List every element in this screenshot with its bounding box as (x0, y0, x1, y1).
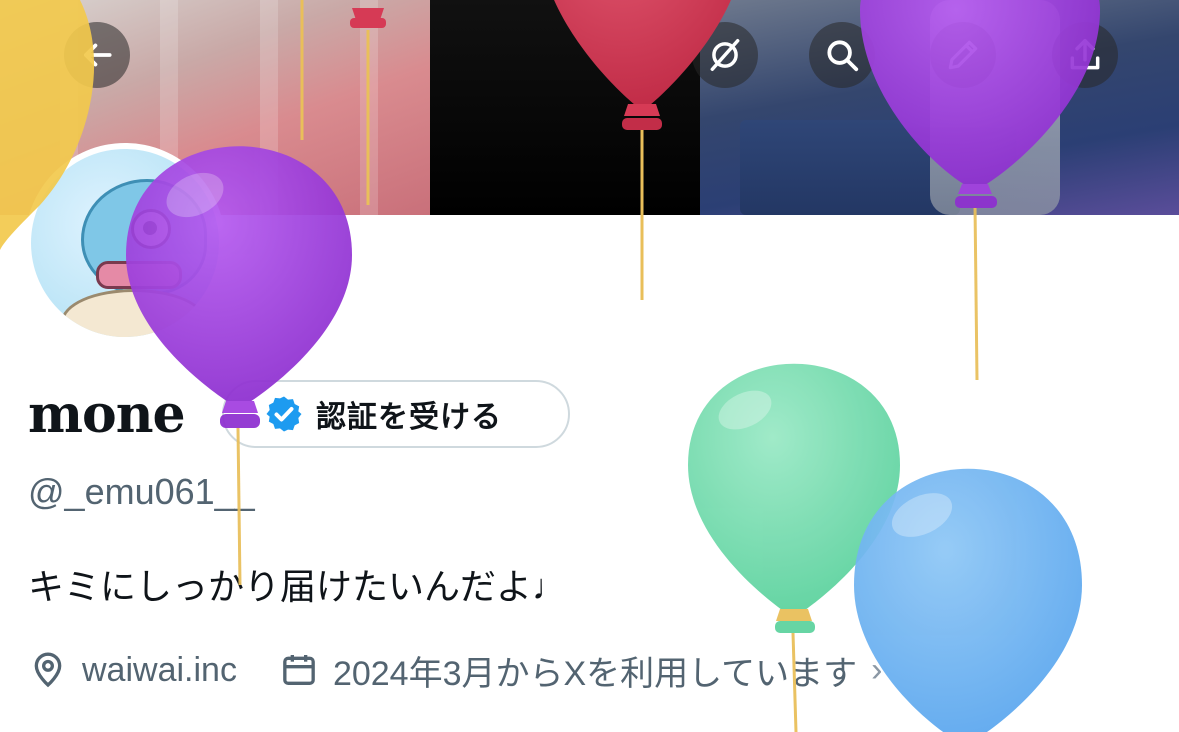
calendar-icon (283, 655, 315, 685)
search-button[interactable] (809, 22, 875, 88)
get-verified-label: 認証を受ける (316, 401, 502, 434)
search-icon (827, 40, 859, 72)
edit-button[interactable] (930, 22, 996, 88)
user-bio: キミにしっかり届けたいんだよ♩ (28, 566, 569, 607)
verified-badge-icon (266, 396, 302, 432)
balloon-blue (854, 468, 1082, 732)
user-handle: @_emu061__ (28, 471, 255, 512)
get-verified-button[interactable]: 認証を受ける (222, 380, 570, 448)
avatar-image (31, 149, 219, 337)
joined-date: 2024年3月からXを利用しています (332, 654, 858, 693)
location-pin-icon (34, 652, 62, 688)
hide-button[interactable] (692, 22, 758, 88)
display-name: mone (28, 384, 186, 445)
eye-slash-icon (710, 39, 740, 71)
chevron-right-icon[interactable]: › (871, 651, 882, 690)
profile-meta: waiwai.inc 2024年3月からXを利用しています › (28, 645, 882, 695)
share-upload-icon (1070, 39, 1100, 70)
pencil-icon (948, 40, 978, 70)
back-button[interactable] (64, 22, 130, 88)
avatar[interactable] (25, 143, 225, 343)
share-button[interactable] (1052, 22, 1118, 88)
location-text[interactable]: waiwai.inc (82, 651, 237, 690)
arrow-left-icon (84, 43, 112, 67)
banner-photo-middle (430, 0, 710, 215)
